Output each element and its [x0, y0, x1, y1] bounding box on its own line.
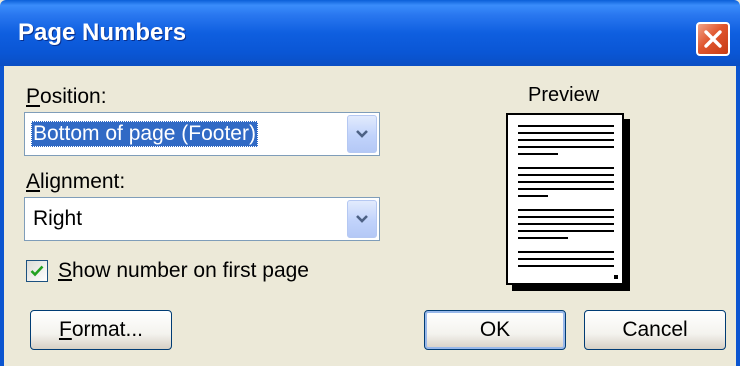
- position-dropdown-button[interactable]: [347, 115, 377, 153]
- position-label-text: osition:: [40, 85, 107, 108]
- preview-label: Preview: [528, 84, 600, 106]
- window-frame-right: [736, 66, 740, 366]
- format-button-text: ormat...: [71, 318, 143, 341]
- chevron-down-icon: [356, 215, 368, 223]
- show-first-page-text: how number on first page: [72, 259, 309, 282]
- alignment-dropdown-value: Right: [33, 207, 83, 230]
- alignment-label-mnemonic: A: [26, 170, 41, 193]
- page-numbers-dialog: Page Numbers Position: Bottom of page (F…: [0, 0, 740, 366]
- position-label: Position:: [26, 85, 107, 109]
- show-first-page-label[interactable]: Show number on first page: [58, 259, 309, 283]
- alignment-dropdown[interactable]: Right: [24, 197, 380, 241]
- alignment-label-text: lignment:: [40, 170, 126, 193]
- preview-page-number-marker: [614, 275, 618, 279]
- position-dropdown[interactable]: Bottom of page (Footer): [24, 112, 380, 156]
- window-frame-left: [0, 66, 4, 366]
- format-button-mnemonic: F: [58, 318, 72, 341]
- alignment-dropdown-button[interactable]: [347, 200, 377, 238]
- checkmark-icon: [30, 265, 44, 277]
- chevron-down-icon: [356, 130, 368, 138]
- position-label-mnemonic: P: [26, 85, 41, 108]
- alignment-label: Alignment:: [26, 170, 125, 194]
- cancel-button[interactable]: Cancel: [584, 310, 726, 350]
- format-button[interactable]: Format...: [30, 310, 172, 350]
- close-icon: [704, 30, 722, 48]
- show-first-page-checkbox[interactable]: [26, 260, 48, 282]
- close-button[interactable]: [696, 22, 730, 56]
- preview-page: [506, 113, 624, 285]
- title-bar[interactable]: Page Numbers: [0, 0, 740, 66]
- show-first-page-mnemonic: S: [58, 259, 73, 282]
- position-dropdown-value: Bottom of page (Footer): [31, 121, 258, 147]
- ok-button[interactable]: OK: [424, 310, 566, 350]
- dialog-title: Page Numbers: [18, 19, 187, 46]
